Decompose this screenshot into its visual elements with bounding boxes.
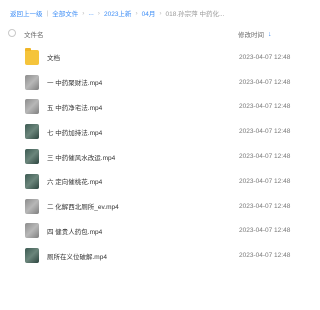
video-thumbnail-icon bbox=[25, 198, 39, 214]
breadcrumb-chevron-icon: › bbox=[159, 9, 162, 17]
breadcrumb-folder-2023[interactable]: 2023上新 bbox=[104, 8, 131, 18]
file-modified-date: 2023-04-07 12:48 bbox=[239, 227, 291, 235]
column-header-name[interactable]: 文件名 bbox=[24, 29, 44, 39]
file-name[interactable]: 五 中药净宅法.mp4 bbox=[47, 102, 102, 112]
file-row[interactable]: 文档 2023-04-07 12:48 bbox=[0, 45, 315, 70]
file-row[interactable]: 四 健贵人药包.mp4 2023-04-07 12:48 bbox=[0, 219, 315, 244]
file-modified-date: 2023-04-07 12:48 bbox=[239, 53, 291, 61]
file-modified-date: 2023-04-07 12:48 bbox=[239, 202, 291, 210]
file-modified-date: 2023-04-07 12:48 bbox=[239, 252, 291, 260]
breadcrumb-all-files[interactable]: 全部文件 bbox=[52, 8, 78, 18]
video-thumbnail-icon bbox=[25, 124, 39, 140]
folder-icon bbox=[25, 47, 39, 65]
back-link[interactable]: 返回上一级 bbox=[10, 8, 43, 18]
column-header-date[interactable]: 修改时间 ↓ bbox=[238, 29, 272, 40]
breadcrumb: 返回上一级 | 全部文件 › ... › 2023上新 › 04月 › 018.… bbox=[10, 8, 305, 19]
breadcrumb-ellipsis[interactable]: ... bbox=[88, 10, 93, 17]
breadcrumb-chevron-icon: › bbox=[82, 9, 85, 17]
file-row[interactable]: 五 中药净宅法.mp4 2023-04-07 12:48 bbox=[0, 95, 315, 120]
file-name[interactable]: 二 化解西北厕所_ev.mp4 bbox=[47, 201, 119, 211]
file-row[interactable]: 厕所在义位破解.mp4 2023-04-07 12:48 bbox=[0, 243, 315, 268]
video-thumbnail-icon bbox=[25, 99, 39, 115]
column-header-date-label: 修改时间 bbox=[238, 32, 264, 39]
breadcrumb-chevron-icon: › bbox=[135, 9, 138, 17]
file-modified-date: 2023-04-07 12:48 bbox=[239, 153, 291, 161]
file-row[interactable]: 一 中药聚财法.mp4 2023-04-07 12:48 bbox=[0, 70, 315, 95]
file-modified-date: 2023-04-07 12:48 bbox=[239, 128, 291, 136]
file-name[interactable]: 六 定向催桃花.mp4 bbox=[47, 176, 102, 186]
file-modified-date: 2023-04-07 12:48 bbox=[239, 177, 291, 185]
file-list-header: 文件名 修改时间 ↓ bbox=[8, 25, 308, 41]
video-thumbnail-icon bbox=[25, 223, 39, 239]
breadcrumb-current: 018.孙宗萍 中药化... bbox=[165, 11, 225, 18]
video-thumbnail-icon bbox=[25, 173, 39, 189]
file-name[interactable]: 四 健贵人药包.mp4 bbox=[47, 226, 102, 236]
select-all-checkbox[interactable] bbox=[8, 29, 16, 37]
file-modified-date: 2023-04-07 12:48 bbox=[239, 78, 291, 86]
breadcrumb-separator: | bbox=[46, 9, 49, 17]
file-row[interactable]: 二 化解西北厕所_ev.mp4 2023-04-07 12:48 bbox=[0, 194, 315, 219]
file-name[interactable]: 文档 bbox=[47, 52, 60, 62]
video-thumbnail-icon bbox=[25, 149, 39, 165]
file-name[interactable]: 厕所在义位破解.mp4 bbox=[47, 251, 107, 261]
file-row[interactable]: 三 中药催风水改运.mp4 2023-04-07 12:48 bbox=[0, 144, 315, 169]
video-thumbnail-icon bbox=[25, 74, 39, 90]
file-name[interactable]: 三 中药催风水改运.mp4 bbox=[47, 152, 115, 162]
file-name[interactable]: 一 中药聚财法.mp4 bbox=[47, 77, 102, 87]
file-row[interactable]: 七 中药加持法.mp4 2023-04-07 12:48 bbox=[0, 119, 315, 144]
file-modified-date: 2023-04-07 12:48 bbox=[239, 103, 291, 111]
breadcrumb-folder-04[interactable]: 04月 bbox=[142, 8, 156, 18]
file-name[interactable]: 七 中药加持法.mp4 bbox=[47, 127, 102, 137]
arrow-down-icon[interactable]: ↓ bbox=[268, 31, 272, 38]
file-row[interactable]: 六 定向催桃花.mp4 2023-04-07 12:48 bbox=[0, 169, 315, 194]
video-thumbnail-icon bbox=[25, 248, 39, 264]
breadcrumb-chevron-icon: › bbox=[97, 9, 100, 17]
